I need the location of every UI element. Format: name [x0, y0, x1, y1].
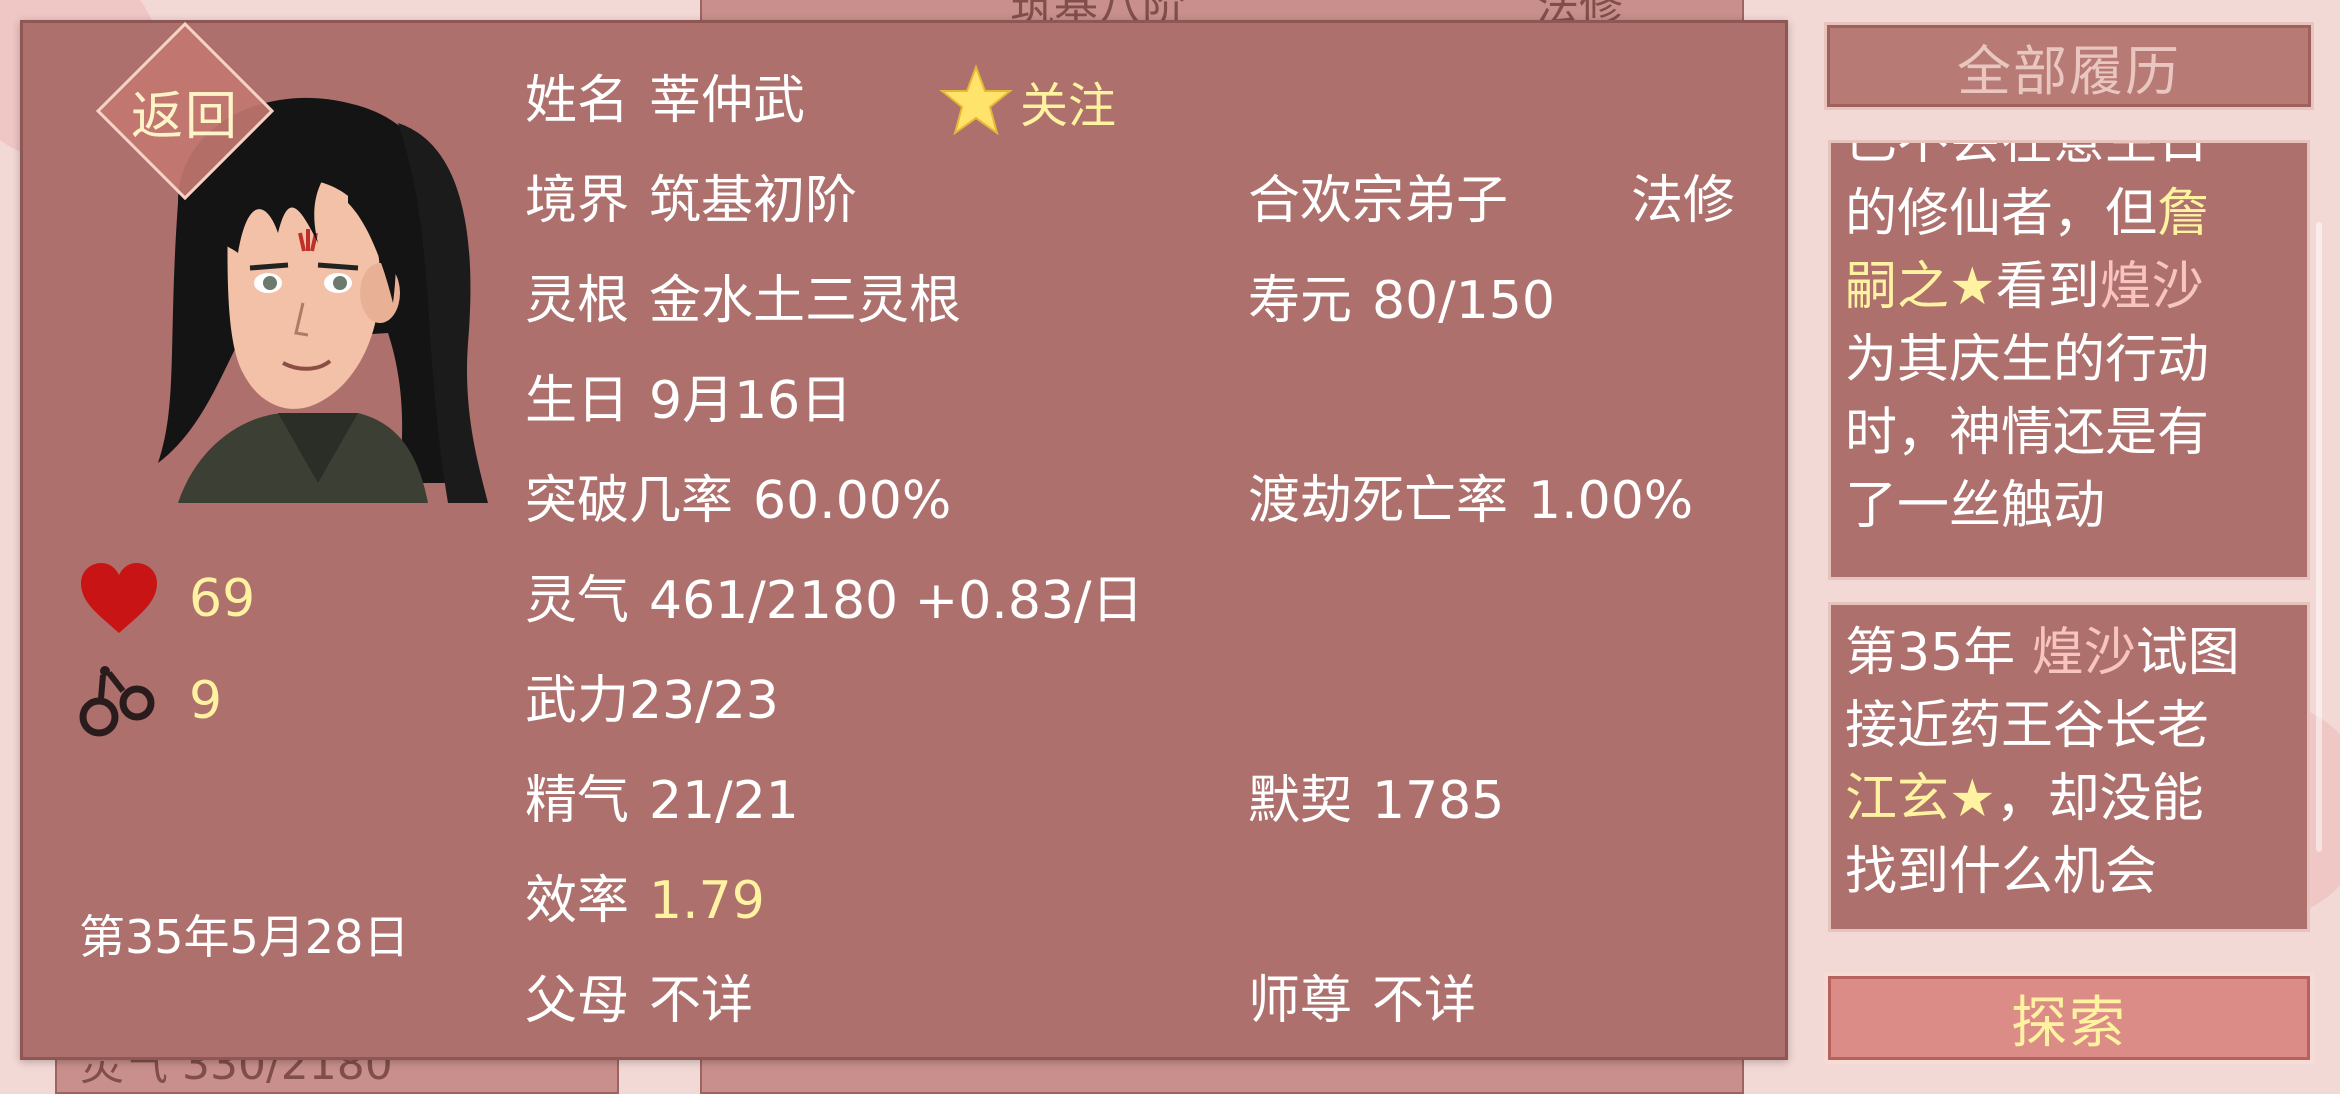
- class-value: 法修: [1631, 171, 1736, 231]
- bond-stat: 9: [79, 663, 222, 739]
- log-line: 找到什么机会: [1845, 842, 2158, 902]
- follow-label: 关注: [1020, 78, 1117, 134]
- bond-value: 9: [189, 671, 223, 731]
- parents-value: 不详: [649, 971, 754, 1031]
- log-line: 了一丝触动: [1845, 476, 2106, 536]
- birthday-row: 生日 9月16日: [525, 371, 852, 431]
- log-line: 接近药王谷长老: [1845, 696, 2210, 756]
- parents-label: 父母: [525, 971, 630, 1031]
- qi-label: 灵气: [525, 571, 630, 631]
- history-scrollbar[interactable]: [2316, 222, 2322, 852]
- breakthrough-row: 突破几率 60.00%: [525, 471, 951, 531]
- tribulation-label: 渡劫死亡率: [1248, 471, 1509, 531]
- game-date: 第35年5月28日: [79, 910, 410, 964]
- rapport-row: 默契 1785: [1248, 771, 1504, 831]
- realm-label: 境界: [525, 171, 630, 231]
- log-text-cut: 已不会在意生日一: [1845, 140, 2262, 171]
- explore-button[interactable]: 探索: [1824, 972, 2314, 1064]
- star-icon: [939, 64, 1013, 136]
- follow-button[interactable]: 关注: [938, 63, 1116, 139]
- lifespan-row: 寿元 80/150: [1248, 271, 1555, 331]
- log-year: 第35年: [1845, 623, 2016, 683]
- history-log-entry: 已不会在意生日一 的修仙者，但詹 嗣之★看到煌沙 为其庆生的行动 时，神情还是有…: [1828, 140, 2310, 580]
- root-value: 金水土三灵根: [649, 271, 962, 331]
- log-line: 江玄★，却没能: [1845, 763, 2293, 836]
- character-name-link[interactable]: 煌沙: [2032, 623, 2136, 683]
- rapport-value: 1785: [1372, 771, 1505, 831]
- parents-row: 父母 不详: [525, 971, 753, 1031]
- master-label: 师尊: [1248, 971, 1353, 1031]
- log-text: 试图: [2135, 623, 2240, 683]
- master-value: 不详: [1372, 971, 1477, 1031]
- character-name-link[interactable]: 江玄★: [1845, 769, 1996, 829]
- character-info-panel: 返回 关注 姓名 莘仲武 境界 筑基初阶 合欢宗弟子 法修 灵根 金水土三灵根 …: [20, 20, 1788, 1060]
- efficiency-row: 效率 1.79: [525, 871, 765, 931]
- affection-value: 69: [189, 569, 256, 629]
- lifespan-label: 寿元: [1248, 271, 1353, 331]
- name-row: 姓名 莘仲武: [525, 71, 805, 131]
- essence-row: 精气 21/21: [525, 771, 799, 831]
- character-name-link[interactable]: 詹: [2157, 184, 2209, 244]
- master-row: 师尊 不详: [1248, 971, 1476, 1031]
- log-line: 嗣之★看到煌沙: [1845, 251, 2293, 324]
- history-sidebar: 全部履历 已不会在意生日一 的修仙者，但詹 嗣之★看到煌沙 为其庆生的行动 时，…: [1822, 0, 2322, 1080]
- sect-value: 合欢宗弟子: [1248, 171, 1509, 231]
- heart-icon: [81, 563, 157, 633]
- all-history-button[interactable]: 全部履历: [1824, 22, 2314, 110]
- log-line: 第35年 煌沙试图: [1845, 617, 2293, 690]
- history-log-entry: 第35年 煌沙试图 接近药王谷长老 江玄★，却没能 找到什么机会: [1828, 602, 2310, 932]
- log-line: 为其庆生的行动: [1845, 330, 2210, 390]
- efficiency-label: 效率: [525, 871, 630, 931]
- realm-value: 筑基初阶: [649, 171, 858, 231]
- lifespan-value: 80/150: [1372, 271, 1555, 331]
- essence-value: 21/21: [649, 771, 799, 831]
- efficiency-value: 1.79: [649, 871, 765, 931]
- tribulation-row: 渡劫死亡率 1.00%: [1248, 471, 1693, 531]
- essence-label: 精气: [525, 771, 630, 831]
- character-name: 莘仲武: [649, 71, 806, 131]
- log-text: 看到: [1995, 257, 2100, 317]
- handcuffs-icon: [79, 666, 155, 737]
- force-row: 武力23/23: [525, 671, 779, 731]
- affection-stat: 69: [79, 563, 255, 635]
- log-text: ，却没能: [1995, 769, 2204, 829]
- birthday-label: 生日: [525, 371, 630, 431]
- log-line: 时，神情还是有: [1845, 403, 2210, 463]
- root-label: 灵根: [525, 271, 630, 331]
- qi-value: 461/2180 +0.83/日: [649, 571, 1144, 631]
- breakthrough-value: 60.00%: [753, 471, 952, 531]
- back-button[interactable]: 返回: [85, 21, 285, 201]
- name-label: 姓名: [525, 71, 630, 131]
- rapport-label: 默契: [1248, 771, 1353, 831]
- character-name-link[interactable]: 嗣之★: [1845, 257, 1996, 317]
- birthday-value: 9月16日: [649, 371, 853, 431]
- breakthrough-label: 突破几率: [525, 471, 734, 531]
- root-row: 灵根 金水土三灵根: [525, 271, 961, 331]
- back-button-label: 返回: [130, 86, 239, 147]
- realm-row: 境界 筑基初阶: [525, 171, 857, 231]
- tribulation-value: 1.00%: [1528, 471, 1694, 531]
- qi-row: 灵气 461/2180 +0.83/日: [525, 571, 1144, 631]
- character-name-link[interactable]: 煌沙: [2100, 257, 2204, 317]
- log-text: 的修仙者，但: [1845, 184, 2158, 244]
- log-line: 的修仙者，但詹: [1845, 178, 2293, 251]
